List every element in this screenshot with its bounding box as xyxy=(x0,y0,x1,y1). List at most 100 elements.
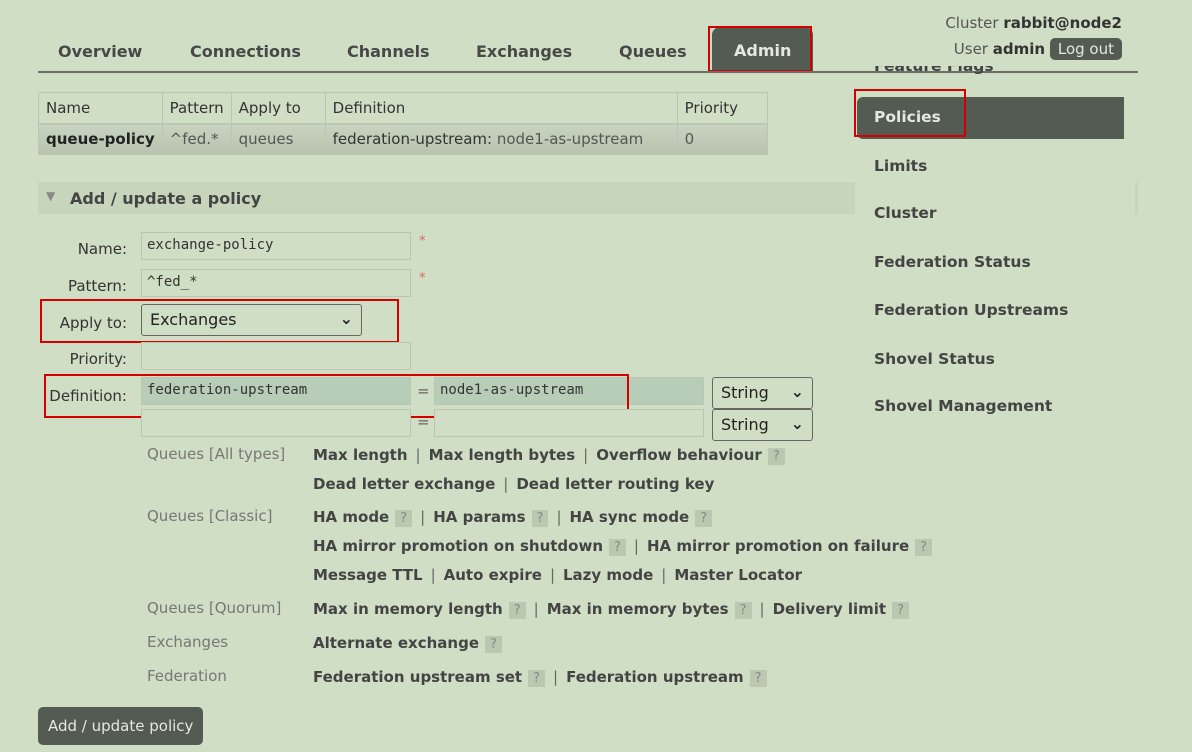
required-marker: * xyxy=(419,234,426,249)
chevron-down-icon: ⌄ xyxy=(790,382,804,401)
help-key-link[interactable]: Message TTL xyxy=(313,566,423,584)
separator: | xyxy=(556,508,562,526)
help-icon[interactable]: ? xyxy=(508,602,526,619)
user-info: User admin Log out xyxy=(954,38,1122,60)
separator: | xyxy=(583,446,589,464)
policy-name-link[interactable]: queue-policy xyxy=(38,123,163,155)
help-line: HA mirror promotion on shutdown? | HA mirr… xyxy=(313,537,933,556)
sidebar-item-limits[interactable]: Limits xyxy=(874,157,927,175)
help-key-link[interactable]: Max in memory length xyxy=(313,600,503,618)
help-icon[interactable]: ? xyxy=(531,510,549,527)
separator: | xyxy=(420,508,426,526)
chevron-down-icon: ⌄ xyxy=(790,414,804,433)
priority-input[interactable] xyxy=(141,342,411,370)
separator: | xyxy=(430,566,436,584)
help-key-link[interactable]: Auto expire xyxy=(444,566,542,584)
help-key-link[interactable]: HA params xyxy=(433,508,525,526)
name-input[interactable]: exchange-policy xyxy=(141,232,411,260)
highlight-admin xyxy=(708,26,812,72)
sidebar-item-federation-status[interactable]: Federation Status xyxy=(874,253,1031,271)
definition-value-input-2[interactable] xyxy=(434,409,704,437)
name-label: Name: xyxy=(77,240,127,258)
help-icon[interactable]: ? xyxy=(695,510,713,527)
help-key-link[interactable]: Delivery limit xyxy=(773,600,886,618)
help-key-link[interactable]: Alternate exchange xyxy=(313,634,479,652)
col-pattern: Pattern xyxy=(161,92,232,124)
pattern-label: Pattern: xyxy=(67,277,127,295)
logout-button[interactable]: Log out xyxy=(1049,38,1122,60)
definition-key-input-2[interactable] xyxy=(141,409,411,437)
help-key-link[interactable]: HA mode xyxy=(313,508,389,526)
col-name: Name xyxy=(38,92,163,124)
help-key-link[interactable]: Lazy mode xyxy=(563,566,653,584)
help-icon[interactable]: ? xyxy=(892,602,909,619)
help-category: Queues [All types] xyxy=(147,445,286,463)
help-icon[interactable]: ? xyxy=(749,670,767,687)
help-icon[interactable]: ? xyxy=(528,670,545,687)
pattern-input[interactable]: ^fed_* xyxy=(141,269,411,297)
separator: | xyxy=(633,537,639,555)
help-line: Max in memory length? | Max in memory byte… xyxy=(313,600,909,619)
help-key-link[interactable]: Master Locator xyxy=(674,566,802,584)
highlight-apply-to xyxy=(40,299,399,343)
help-icon[interactable]: ? xyxy=(395,510,413,527)
cell-priority: 0 xyxy=(676,123,768,155)
tab-exchanges[interactable]: Exchanges xyxy=(476,42,572,61)
help-line: Alternate exchange? xyxy=(313,634,502,653)
separator: | xyxy=(661,566,667,584)
sidebar-item-shovel-status[interactable]: Shovel Status xyxy=(874,350,995,368)
help-key-link[interactable]: Max length xyxy=(313,446,408,464)
help-category: Queues [Classic] xyxy=(147,507,273,525)
help-icon[interactable]: ? xyxy=(734,602,752,619)
sidebar-item-cluster[interactable]: Cluster xyxy=(874,204,937,222)
separator: | xyxy=(553,668,559,686)
cluster-info: Cluster rabbit@node2 xyxy=(945,14,1122,32)
help-key-link[interactable]: Overflow behaviour xyxy=(596,446,762,464)
help-icon[interactable]: ? xyxy=(609,539,626,556)
add-update-policy-button[interactable]: Add / update policy xyxy=(38,707,204,745)
sidebar-item-feature-flags[interactable]: Feature Flags xyxy=(874,66,994,78)
help-key-link[interactable]: Dead letter routing key xyxy=(516,475,714,493)
help-category: Federation xyxy=(147,667,227,685)
separator: | xyxy=(533,600,539,618)
cell-apply-to: queues xyxy=(230,123,326,155)
help-icon[interactable]: ? xyxy=(767,448,785,465)
help-key-link[interactable]: HA mirror promotion on shutdown xyxy=(313,537,603,555)
equals-sign: = xyxy=(417,413,430,431)
separator: | xyxy=(415,446,421,464)
help-line: Dead letter exchange | Dead letter routing… xyxy=(313,475,714,493)
help-line: Max length | Max length bytes | Overflow beh… xyxy=(313,446,785,465)
tab-overview[interactable]: Overview xyxy=(58,42,142,61)
tab-channels[interactable]: Channels xyxy=(347,42,430,61)
help-key-link[interactable]: Max length bytes xyxy=(429,446,576,464)
priority-label: Priority: xyxy=(69,350,127,368)
required-marker: * xyxy=(419,271,426,286)
help-key-link[interactable]: HA mirror promotion on failure xyxy=(647,537,909,555)
help-icon[interactable]: ? xyxy=(915,539,933,556)
help-key-link[interactable]: HA sync mode xyxy=(570,508,690,526)
col-definition: Definition xyxy=(324,92,678,124)
section-title: Add / update a policy xyxy=(70,189,262,208)
definition-type-select[interactable]: String ⌄ xyxy=(712,377,813,409)
separator: | xyxy=(759,600,765,618)
collapse-triangle-icon: ▼ xyxy=(46,189,56,203)
definition-type-select-2[interactable]: String ⌄ xyxy=(712,409,813,441)
table-row[interactable]: queue-policy ^fed.* queues federation-up… xyxy=(38,123,768,155)
help-key-link[interactable]: Max in memory bytes xyxy=(547,600,729,618)
col-apply-to: Apply to xyxy=(230,92,326,124)
sidebar-item-shovel-management[interactable]: Shovel Management xyxy=(874,397,1052,415)
help-line: Federation upstream set? | Federation upst… xyxy=(313,668,767,687)
help-category: Exchanges xyxy=(147,633,229,651)
tab-connections[interactable]: Connections xyxy=(190,42,301,61)
help-line: HA mode? | HA params? | HA sync mode? xyxy=(313,508,713,527)
tab-queues[interactable]: Queues xyxy=(619,42,687,61)
help-icon[interactable]: ? xyxy=(485,636,502,653)
sidebar-item-federation-upstreams[interactable]: Federation Upstreams xyxy=(874,301,1068,319)
help-key-link[interactable]: Federation upstream set xyxy=(313,668,522,686)
help-key-link[interactable]: Federation upstream xyxy=(566,668,744,686)
help-key-link[interactable]: Dead letter exchange xyxy=(313,475,495,493)
separator: | xyxy=(549,566,555,584)
col-priority: Priority xyxy=(676,92,768,124)
policies-table: Name Pattern Apply to Definition Priority qu… xyxy=(38,92,768,155)
cell-definition: federation-upstream: node1-as-upstream xyxy=(324,123,678,155)
